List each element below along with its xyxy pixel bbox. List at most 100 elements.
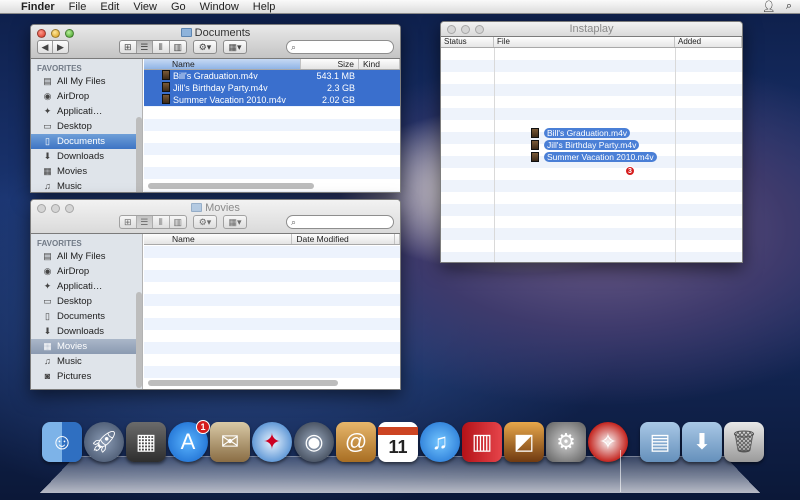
spotlight-icon[interactable]: ⌕ [786, 0, 792, 13]
sidebar-header: FAVORITES [37, 239, 82, 248]
forward-button[interactable]: ▶ [53, 41, 68, 53]
sidebar-item-desktop[interactable]: ▭ Desktop [31, 119, 142, 134]
menu-go[interactable]: Go [164, 1, 193, 13]
search-input[interactable]: ⌕ [286, 215, 394, 229]
dock-system-preferences-icon[interactable]: ⚙ [546, 422, 586, 462]
movies-icon: ▦ [43, 166, 52, 176]
name-column-header[interactable]: Name [144, 59, 301, 69]
menu-window[interactable]: Window [193, 1, 246, 13]
column-view-button[interactable]: ⫴ [153, 216, 170, 228]
name-column-header[interactable]: Name [144, 234, 293, 244]
sidebar-item-pictures[interactable]: ◙ Pictures [31, 369, 142, 384]
coverflow-view-button[interactable]: ▥ [170, 41, 186, 53]
table-row[interactable]: Bill's Graduation.m4v 543.1 MB [144, 70, 400, 82]
coverflow-view-button[interactable]: ▥ [170, 216, 186, 228]
table-row[interactable]: Summer Vacation 2010.m4v 2.02 GB [144, 94, 400, 106]
sidebar-item-airdrop[interactable]: ◉ AirDrop [31, 89, 142, 104]
documents-window: Documents ◀ ▶ ⊞ ☰ ⫴ ▥ ⚙▾ ▦▾ ⌕ FAVORITES ▤ All… [30, 24, 401, 193]
movie-file-icon [162, 94, 170, 104]
sidebar-item-label: Downloads [57, 151, 104, 162]
dragged-file-item: Summer Vacation 2010.m4v [531, 152, 657, 162]
sidebar-item-label: Documents [57, 311, 106, 322]
sidebar-item-music[interactable]: ♫ Music [31, 354, 142, 369]
sidebar-item-all-my-files[interactable]: ▤ All My Files [31, 74, 142, 89]
action-menu-button[interactable]: ⚙▾ [193, 40, 217, 54]
all-files-icon: ▤ [43, 76, 52, 86]
sidebar-item-applicati[interactable]: ✦ Applicati… [31, 104, 142, 119]
horizontal-scrollbar[interactable] [148, 380, 338, 386]
dock-safari-icon[interactable]: ✦ [252, 422, 292, 462]
app-store-badge: 1 [196, 420, 210, 434]
dock-downloads-folder-icon[interactable]: ⬇ [682, 422, 722, 462]
status-column-header[interactable]: Status [441, 37, 494, 47]
sidebar-item-documents[interactable]: ▯ Documents [31, 134, 142, 149]
sidebar-item-downloads[interactable]: ⬇ Downloads [31, 149, 142, 164]
sidebar-item-airdrop[interactable]: ◉ AirDrop [31, 264, 142, 279]
file-size-cell: 543.1 MB [316, 71, 355, 81]
menu-file[interactable]: File [62, 1, 94, 13]
menu-edit[interactable]: Edit [93, 1, 126, 13]
dock-launchpad-icon[interactable]: 🚀︎ [84, 422, 124, 462]
instaplay-drop-list[interactable]: Bill's Graduation.m4v Jill's Birthday Par… [441, 48, 742, 262]
file-kind-cell [359, 82, 400, 94]
dock-facetime-icon[interactable]: ◉ [294, 422, 334, 462]
dock-photo-booth-icon[interactable]: ▥ [462, 422, 502, 462]
sidebar-item-downloads[interactable]: ⬇ Downloads [31, 324, 142, 339]
instaplay-column-header: Status File Added [441, 37, 742, 48]
dock-finder-icon[interactable]: ☺ [42, 422, 82, 462]
menu-help[interactable]: Help [246, 1, 283, 13]
sidebar-item-label: Desktop [57, 296, 92, 307]
sidebar-item-music[interactable]: ♫ Music [31, 179, 142, 192]
action-menu-button[interactable]: ⚙▾ [193, 215, 217, 229]
sidebar-item-movies[interactable]: ▦ Movies [31, 339, 142, 354]
sidebar-scrollbar[interactable] [136, 117, 142, 192]
list-view-button[interactable]: ☰ [136, 216, 153, 228]
arrange-menu-button[interactable]: ▦▾ [223, 215, 247, 229]
sidebar-item-movies[interactable]: ▦ Movies [31, 164, 142, 179]
documents-toolbar: Documents ◀ ▶ ⊞ ☰ ⫴ ▥ ⚙▾ ▦▾ ⌕ [31, 25, 400, 59]
sidebar-item-desktop[interactable]: ▭ Desktop [31, 294, 142, 309]
movie-file-icon [531, 140, 539, 150]
dock-itunes-icon[interactable]: ♫ [420, 422, 460, 462]
back-button[interactable]: ◀ [38, 41, 54, 53]
list-view-button[interactable]: ☰ [136, 41, 153, 53]
sidebar-item-label: Music [57, 181, 82, 192]
sidebar-item-applicati[interactable]: ✦ Applicati… [31, 279, 142, 294]
size-column-header[interactable]: Size [301, 59, 359, 69]
gear-icon: ⚙▾ [198, 41, 212, 52]
file-column-header[interactable]: File [494, 37, 675, 47]
instaplay-titlebar: Instaplay [441, 22, 742, 37]
icon-view-button[interactable]: ⊞ [120, 216, 137, 228]
documents-icon: ▯ [45, 136, 50, 146]
sidebar-item-documents[interactable]: ▯ Documents [31, 309, 142, 324]
sidebar-item-all-my-files[interactable]: ▤ All My Files [31, 249, 142, 264]
dock-documents-folder-icon[interactable]: ▤ [640, 422, 680, 462]
search-icon: ⌕ [291, 41, 297, 52]
dock-trash-icon[interactable]: 🗑︎ [724, 422, 764, 462]
table-row[interactable]: Jill's Birthday Party.m4v 2.3 GB [144, 82, 400, 94]
documents-sidebar: FAVORITES ▤ All My Files ◉ AirDrop ✦ Applicat… [31, 59, 143, 192]
dock-mail-icon[interactable]: ✉ [210, 422, 250, 462]
folder-icon [191, 203, 203, 212]
date-modified-column-header[interactable]: Date Modified [292, 234, 395, 244]
sidebar-scrollbar[interactable] [136, 292, 142, 388]
sidebar-item-label: Desktop [57, 121, 92, 132]
arrange-menu-button[interactable]: ▦▾ [223, 40, 247, 54]
dock-instaplay-icon[interactable]: ✧ [588, 422, 628, 462]
dock-mission-control-icon[interactable]: ▦ [126, 422, 166, 462]
horizontal-scrollbar[interactable] [148, 183, 314, 189]
menu-app-finder[interactable]: Finder [14, 1, 62, 13]
extra-column-header[interactable] [395, 234, 400, 244]
column-view-button[interactable]: ⫴ [153, 41, 170, 53]
search-input[interactable]: ⌕ [286, 40, 394, 54]
dock-iphoto-icon[interactable]: ◩ [504, 422, 544, 462]
dock-address-book-icon[interactable]: @ [336, 422, 376, 462]
kind-column-header[interactable]: Kind [359, 59, 400, 69]
menu-view[interactable]: View [126, 1, 164, 13]
gear-icon: ⚙▾ [198, 216, 212, 227]
added-column-header[interactable]: Added [675, 37, 742, 47]
menu-bar: Finder File Edit View Go Window Help 👤︎ … [0, 0, 800, 14]
icon-view-button[interactable]: ⊞ [120, 41, 137, 53]
dock-calendar-icon[interactable]: 11 [378, 422, 418, 462]
user-icon[interactable]: 👤︎ [762, 0, 776, 13]
